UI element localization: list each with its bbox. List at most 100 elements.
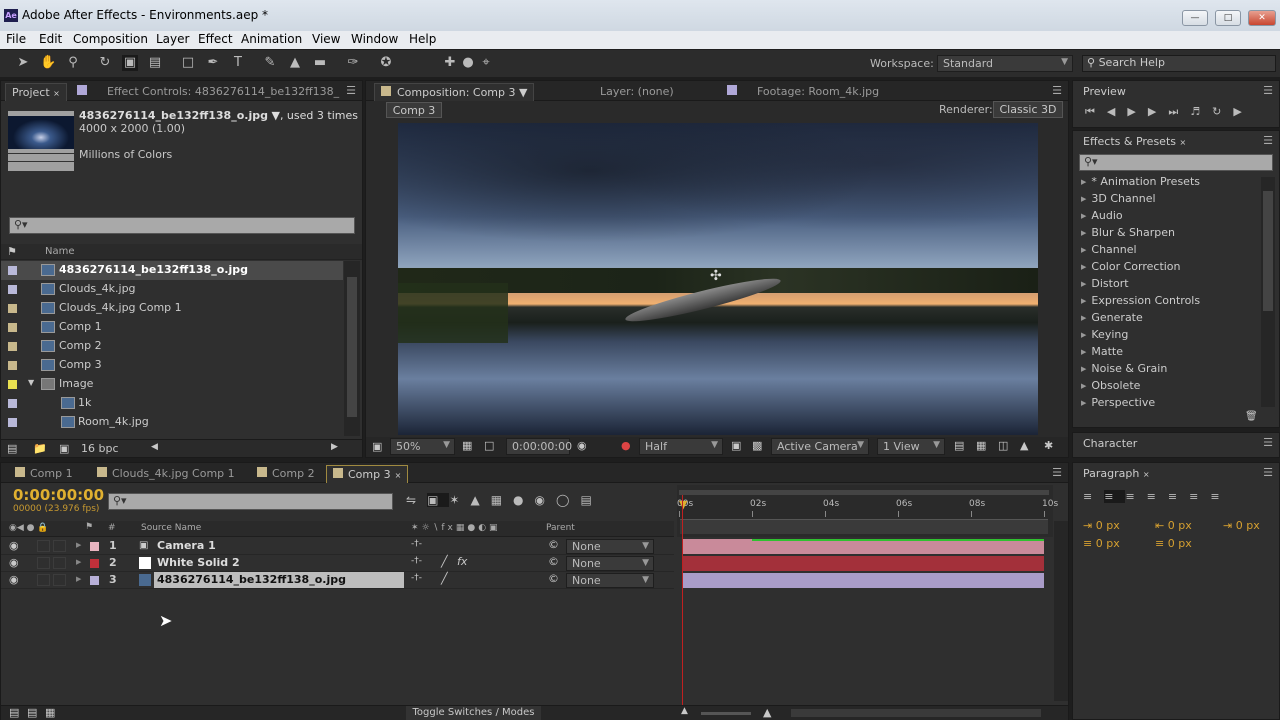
- ram-preview-icon[interactable]: ▶: [1233, 105, 1253, 118]
- label-color-swatch[interactable]: [8, 323, 17, 332]
- previous-frame-icon[interactable]: ◀: [1107, 105, 1127, 118]
- source-name-column-header[interactable]: Source Name: [141, 523, 201, 533]
- puppet-pin-tool-icon[interactable]: ✪: [378, 55, 394, 71]
- current-time-indicator[interactable]: [682, 495, 683, 705]
- project-item[interactable]: Comp 3: [1, 356, 343, 375]
- renderer-button[interactable]: Classic 3D: [993, 101, 1063, 118]
- comp-flowchart-icon[interactable]: ◫: [998, 439, 1008, 452]
- menu-animation[interactable]: Animation: [241, 32, 302, 46]
- always-preview-icon[interactable]: ▣: [372, 440, 382, 453]
- project-item[interactable]: Room_4k.jpg: [1, 413, 343, 432]
- flowchart-icon[interactable]: ▲: [1020, 439, 1028, 452]
- new-comp-icon[interactable]: ▣: [59, 442, 69, 455]
- interpret-footage-icon[interactable]: ▤: [7, 442, 17, 455]
- shy-switch-icon[interactable]: -†-: [411, 573, 422, 583]
- project-item[interactable]: Comp 2: [1, 337, 343, 356]
- label-color-swatch[interactable]: [8, 380, 17, 389]
- quality-switch-icon[interactable]: ╱: [441, 572, 448, 585]
- brainstorm-icon[interactable]: ◉: [535, 493, 556, 507]
- effects-search-input[interactable]: ⚲▾: [1079, 154, 1273, 171]
- effect-category[interactable]: Perspective: [1081, 396, 1155, 411]
- effect-category[interactable]: Matte: [1081, 345, 1123, 362]
- zoom-tool-icon[interactable]: ⚲: [65, 55, 81, 71]
- comp-viewer-image[interactable]: ✣: [398, 123, 1038, 435]
- selection-tool-icon[interactable]: ➤: [15, 55, 31, 71]
- parent-dropdown[interactable]: None ▼: [566, 573, 654, 588]
- snapshot-icon[interactable]: ◉: [577, 439, 587, 452]
- label-color-swatch[interactable]: [8, 285, 17, 294]
- layer-name[interactable]: White Solid 2: [154, 555, 243, 571]
- panel-menu-icon[interactable]: ☰: [1263, 466, 1273, 479]
- tab-comp-3[interactable]: Comp 3 ×: [326, 465, 409, 483]
- name-column-header[interactable]: Name: [45, 246, 75, 257]
- shy-switch-icon[interactable]: -†-: [411, 556, 422, 566]
- tab-effect-controls[interactable]: Effect Controls: 4836276114_be132ff138_: [71, 83, 345, 101]
- tab-preview[interactable]: Preview: [1077, 83, 1132, 101]
- justify-right-icon[interactable]: ≡: [1189, 490, 1210, 503]
- label-color-swatch[interactable]: [8, 304, 17, 313]
- label-color-swatch[interactable]: [8, 342, 17, 351]
- playhead-icon[interactable]: ▼: [679, 498, 687, 511]
- camera-tool-icon[interactable]: ▣: [122, 55, 138, 71]
- view-axis-icon[interactable]: ⌖: [478, 55, 494, 71]
- close-button[interactable]: ✕: [1248, 10, 1276, 26]
- menu-layer[interactable]: Layer: [156, 32, 189, 46]
- label-color-swatch[interactable]: [90, 559, 99, 568]
- effect-category[interactable]: Keying: [1081, 328, 1128, 345]
- layer-duration-bar[interactable]: [682, 539, 1044, 554]
- play-icon[interactable]: ▶: [1127, 105, 1147, 118]
- zoom-out-icon[interactable]: ▲: [681, 706, 688, 716]
- local-axis-icon[interactable]: ✚: [442, 55, 458, 71]
- parent-column-header[interactable]: Parent: [546, 523, 575, 533]
- label-color-swatch[interactable]: [8, 361, 17, 370]
- visibility-eye-icon[interactable]: ◉: [9, 573, 19, 586]
- menu-edit[interactable]: Edit: [39, 32, 62, 46]
- first-line-indent-field[interactable]: ⇥ 0 px: [1223, 519, 1260, 532]
- effect-category[interactable]: Obsolete: [1081, 379, 1140, 396]
- effect-category[interactable]: * Animation Presets: [1081, 175, 1200, 192]
- expand-modes-icon[interactable]: ▤: [27, 706, 37, 719]
- effect-category[interactable]: Noise & Grain: [1081, 362, 1167, 379]
- auto-keyframe-icon[interactable]: ◯: [556, 493, 580, 507]
- close-tab-icon[interactable]: ×: [395, 471, 402, 480]
- brush-tool-icon[interactable]: ✎: [262, 55, 278, 71]
- zoom-slider[interactable]: [701, 712, 751, 715]
- exposure-icon[interactable]: ✱: [1044, 439, 1053, 452]
- expand-arrow-icon[interactable]: ▶: [76, 558, 81, 566]
- tab-character[interactable]: Character: [1077, 435, 1143, 453]
- search-help-input[interactable]: ⚲ Search Help: [1082, 55, 1276, 72]
- parent-dropdown[interactable]: None ▼: [566, 556, 654, 571]
- tab-composition[interactable]: Composition: Comp 3 ▼: [374, 83, 535, 101]
- solo-toggle[interactable]: [37, 574, 50, 586]
- parent-dropdown[interactable]: None ▼: [566, 539, 654, 554]
- panel-menu-icon[interactable]: ☰: [1052, 84, 1062, 97]
- layer-duration-bar[interactable]: [682, 573, 1044, 588]
- label-color-swatch[interactable]: [90, 576, 99, 585]
- pickwhip-icon[interactable]: ©: [548, 555, 559, 568]
- menu-window[interactable]: Window: [351, 32, 398, 46]
- tab-effects-presets[interactable]: Effects & Presets ×: [1077, 133, 1192, 151]
- scroll-left-icon[interactable]: ◀: [151, 442, 158, 452]
- menu-composition[interactable]: Composition: [73, 32, 148, 46]
- channel-icon[interactable]: ●: [621, 439, 631, 452]
- live-update-icon[interactable]: ▤: [580, 493, 602, 507]
- effect-category[interactable]: Audio: [1081, 209, 1122, 226]
- solo-toggle[interactable]: [37, 540, 50, 552]
- visibility-eye-icon[interactable]: ◉: [9, 556, 19, 569]
- effect-category[interactable]: Expression Controls: [1081, 294, 1200, 311]
- panel-menu-icon[interactable]: ☰: [1263, 436, 1273, 449]
- first-frame-icon[interactable]: ⏮: [1085, 105, 1107, 118]
- project-search-input[interactable]: ⚲▾: [9, 217, 355, 234]
- last-frame-icon[interactable]: ⏭: [1168, 105, 1190, 118]
- pan-behind-tool-icon[interactable]: ▤: [147, 55, 163, 71]
- label-color-swatch[interactable]: [90, 542, 99, 551]
- menu-help[interactable]: Help: [409, 32, 436, 46]
- project-item[interactable]: Comp 1: [1, 318, 343, 337]
- layer-row[interactable]: ◉ ▶ 1 ▣ Camera 1 -†- © None ▼: [1, 538, 674, 555]
- roto-brush-tool-icon[interactable]: ✑: [345, 55, 361, 71]
- pickwhip-icon[interactable]: ©: [548, 572, 559, 585]
- tab-comp-2[interactable]: Comp 2: [251, 465, 321, 483]
- project-item[interactable]: Clouds_4k.jpg: [1, 280, 343, 299]
- draft-3d-icon[interactable]: ▣: [427, 493, 450, 507]
- layer-row[interactable]: ◉ ▶ 2 White Solid 2 -†- ╱ fx © None ▼: [1, 555, 674, 572]
